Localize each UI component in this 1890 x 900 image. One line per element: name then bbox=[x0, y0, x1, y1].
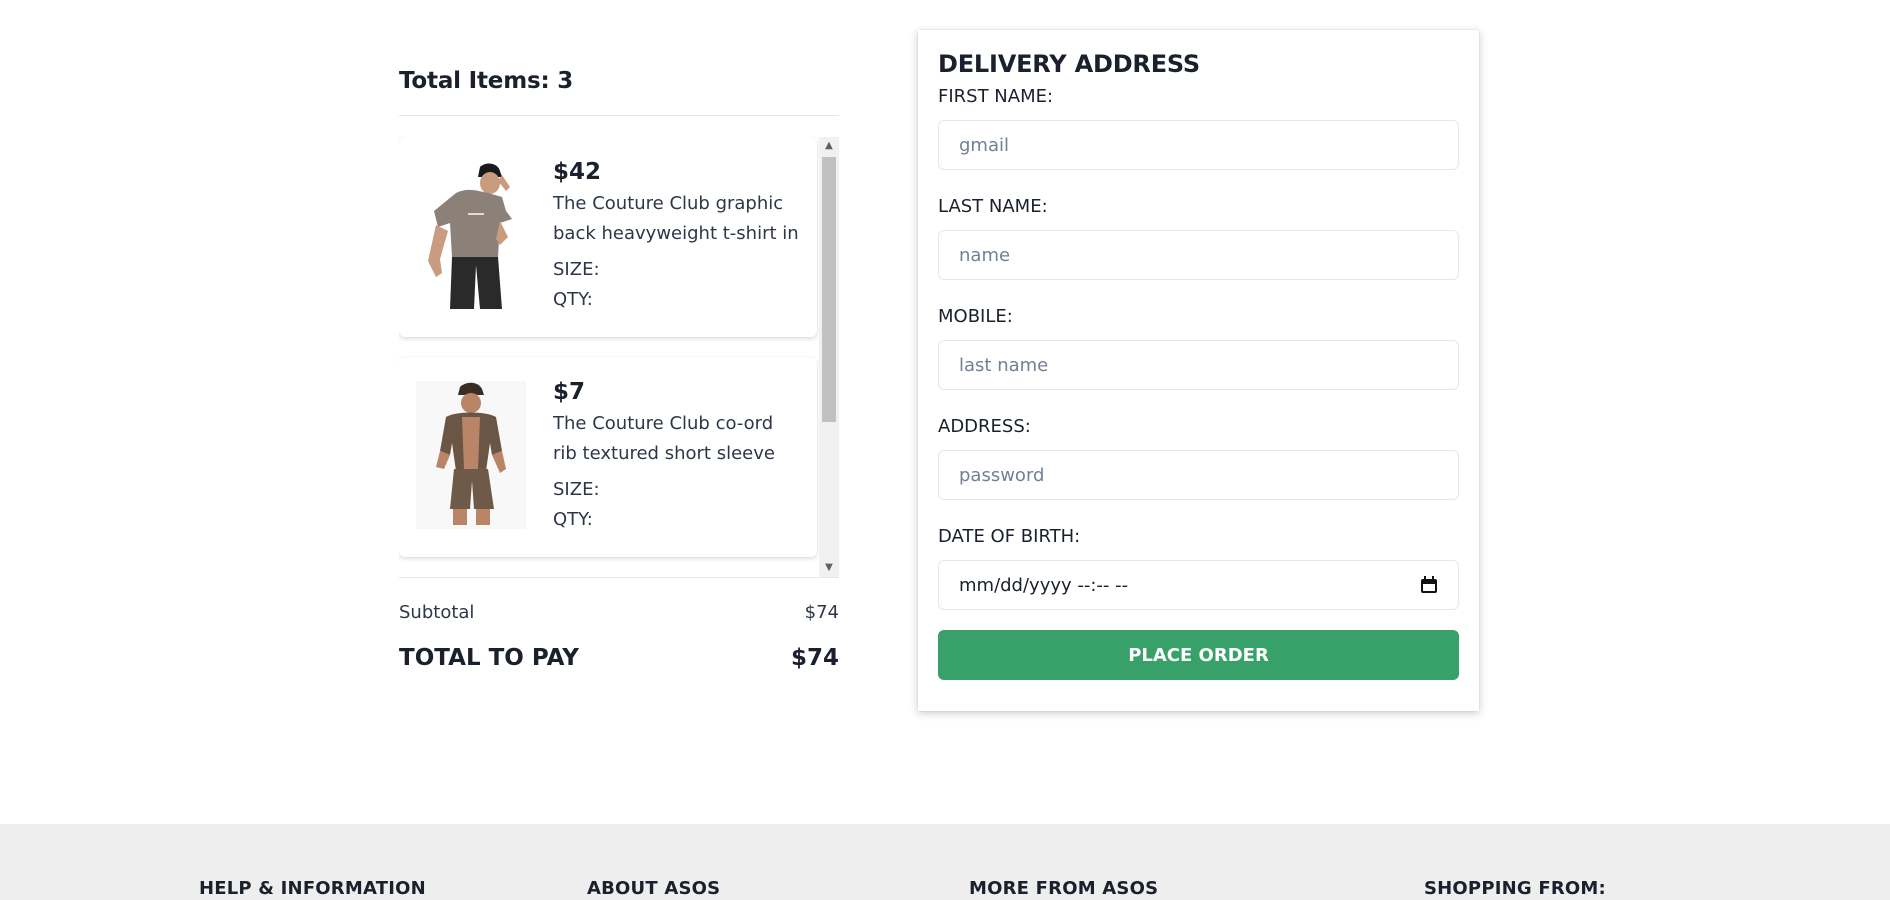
subtotal-row: Subtotal $74 bbox=[399, 602, 839, 623]
footer-heading-more[interactable]: MORE FROM ASOS bbox=[969, 878, 1158, 899]
mobile-input[interactable] bbox=[938, 340, 1459, 390]
scroll-down-arrow-icon[interactable]: ▼ bbox=[819, 559, 839, 577]
total-label: TOTAL TO PAY bbox=[399, 645, 579, 671]
scrollbar[interactable]: ▲ ▼ bbox=[819, 137, 839, 577]
item-qty-label: QTY: bbox=[553, 289, 593, 310]
item-name[interactable]: The Couture Club graphic back heavyweigh… bbox=[553, 189, 801, 249]
delivery-address-form: DELIVERY ADDRESS FIRST NAME: LAST NAME: … bbox=[918, 30, 1479, 711]
cart-item: $42 The Couture Club graphic back heavyw… bbox=[399, 137, 817, 337]
subtotal-label: Subtotal bbox=[399, 602, 475, 623]
subtotal-value: $74 bbox=[804, 602, 839, 623]
item-qty-label: QTY: bbox=[553, 509, 593, 530]
footer: HELP & INFORMATION ABOUT ASOS MORE FROM … bbox=[0, 824, 1890, 900]
divider bbox=[399, 115, 839, 116]
address-input[interactable] bbox=[938, 450, 1459, 500]
dob-value: mm/dd/yyyy --:-- -- bbox=[959, 574, 1129, 596]
item-price: $42 bbox=[553, 159, 602, 185]
product-image[interactable] bbox=[416, 381, 526, 529]
first-name-label: FIRST NAME: bbox=[938, 86, 1054, 107]
scroll-up-arrow-icon[interactable]: ▲ bbox=[819, 137, 839, 155]
calendar-icon[interactable] bbox=[1420, 576, 1438, 594]
item-price: $7 bbox=[553, 379, 586, 405]
total-row: TOTAL TO PAY $74 bbox=[399, 645, 839, 671]
item-name[interactable]: The Couture Club co-ord rib textured sho… bbox=[553, 409, 801, 469]
item-size-label: SIZE: bbox=[553, 479, 600, 500]
scrollbar-thumb[interactable] bbox=[822, 157, 836, 422]
footer-heading-help[interactable]: HELP & INFORMATION bbox=[199, 878, 426, 899]
first-name-input[interactable] bbox=[938, 120, 1459, 170]
total-value: $74 bbox=[790, 645, 839, 671]
delivery-title: DELIVERY ADDRESS bbox=[938, 50, 1200, 78]
footer-heading-about[interactable]: ABOUT ASOS bbox=[587, 878, 720, 899]
address-label: ADDRESS: bbox=[938, 416, 1031, 437]
item-size-label: SIZE: bbox=[553, 259, 600, 280]
mobile-label: MOBILE: bbox=[938, 306, 1013, 327]
total-items-heading: Total Items: 3 bbox=[399, 68, 574, 94]
cart-items-list[interactable]: $42 The Couture Club graphic back heavyw… bbox=[399, 137, 839, 577]
dob-input[interactable]: mm/dd/yyyy --:-- -- bbox=[938, 560, 1459, 610]
product-image[interactable] bbox=[416, 161, 526, 309]
last-name-input[interactable] bbox=[938, 230, 1459, 280]
cart-item: $7 The Couture Club co-ord rib textured … bbox=[399, 357, 817, 557]
place-order-button[interactable]: PLACE ORDER bbox=[938, 630, 1459, 680]
footer-heading-shopping-from[interactable]: SHOPPING FROM: bbox=[1424, 878, 1606, 899]
dob-label: DATE OF BIRTH: bbox=[938, 526, 1081, 547]
divider bbox=[399, 577, 839, 578]
last-name-label: LAST NAME: bbox=[938, 196, 1048, 217]
